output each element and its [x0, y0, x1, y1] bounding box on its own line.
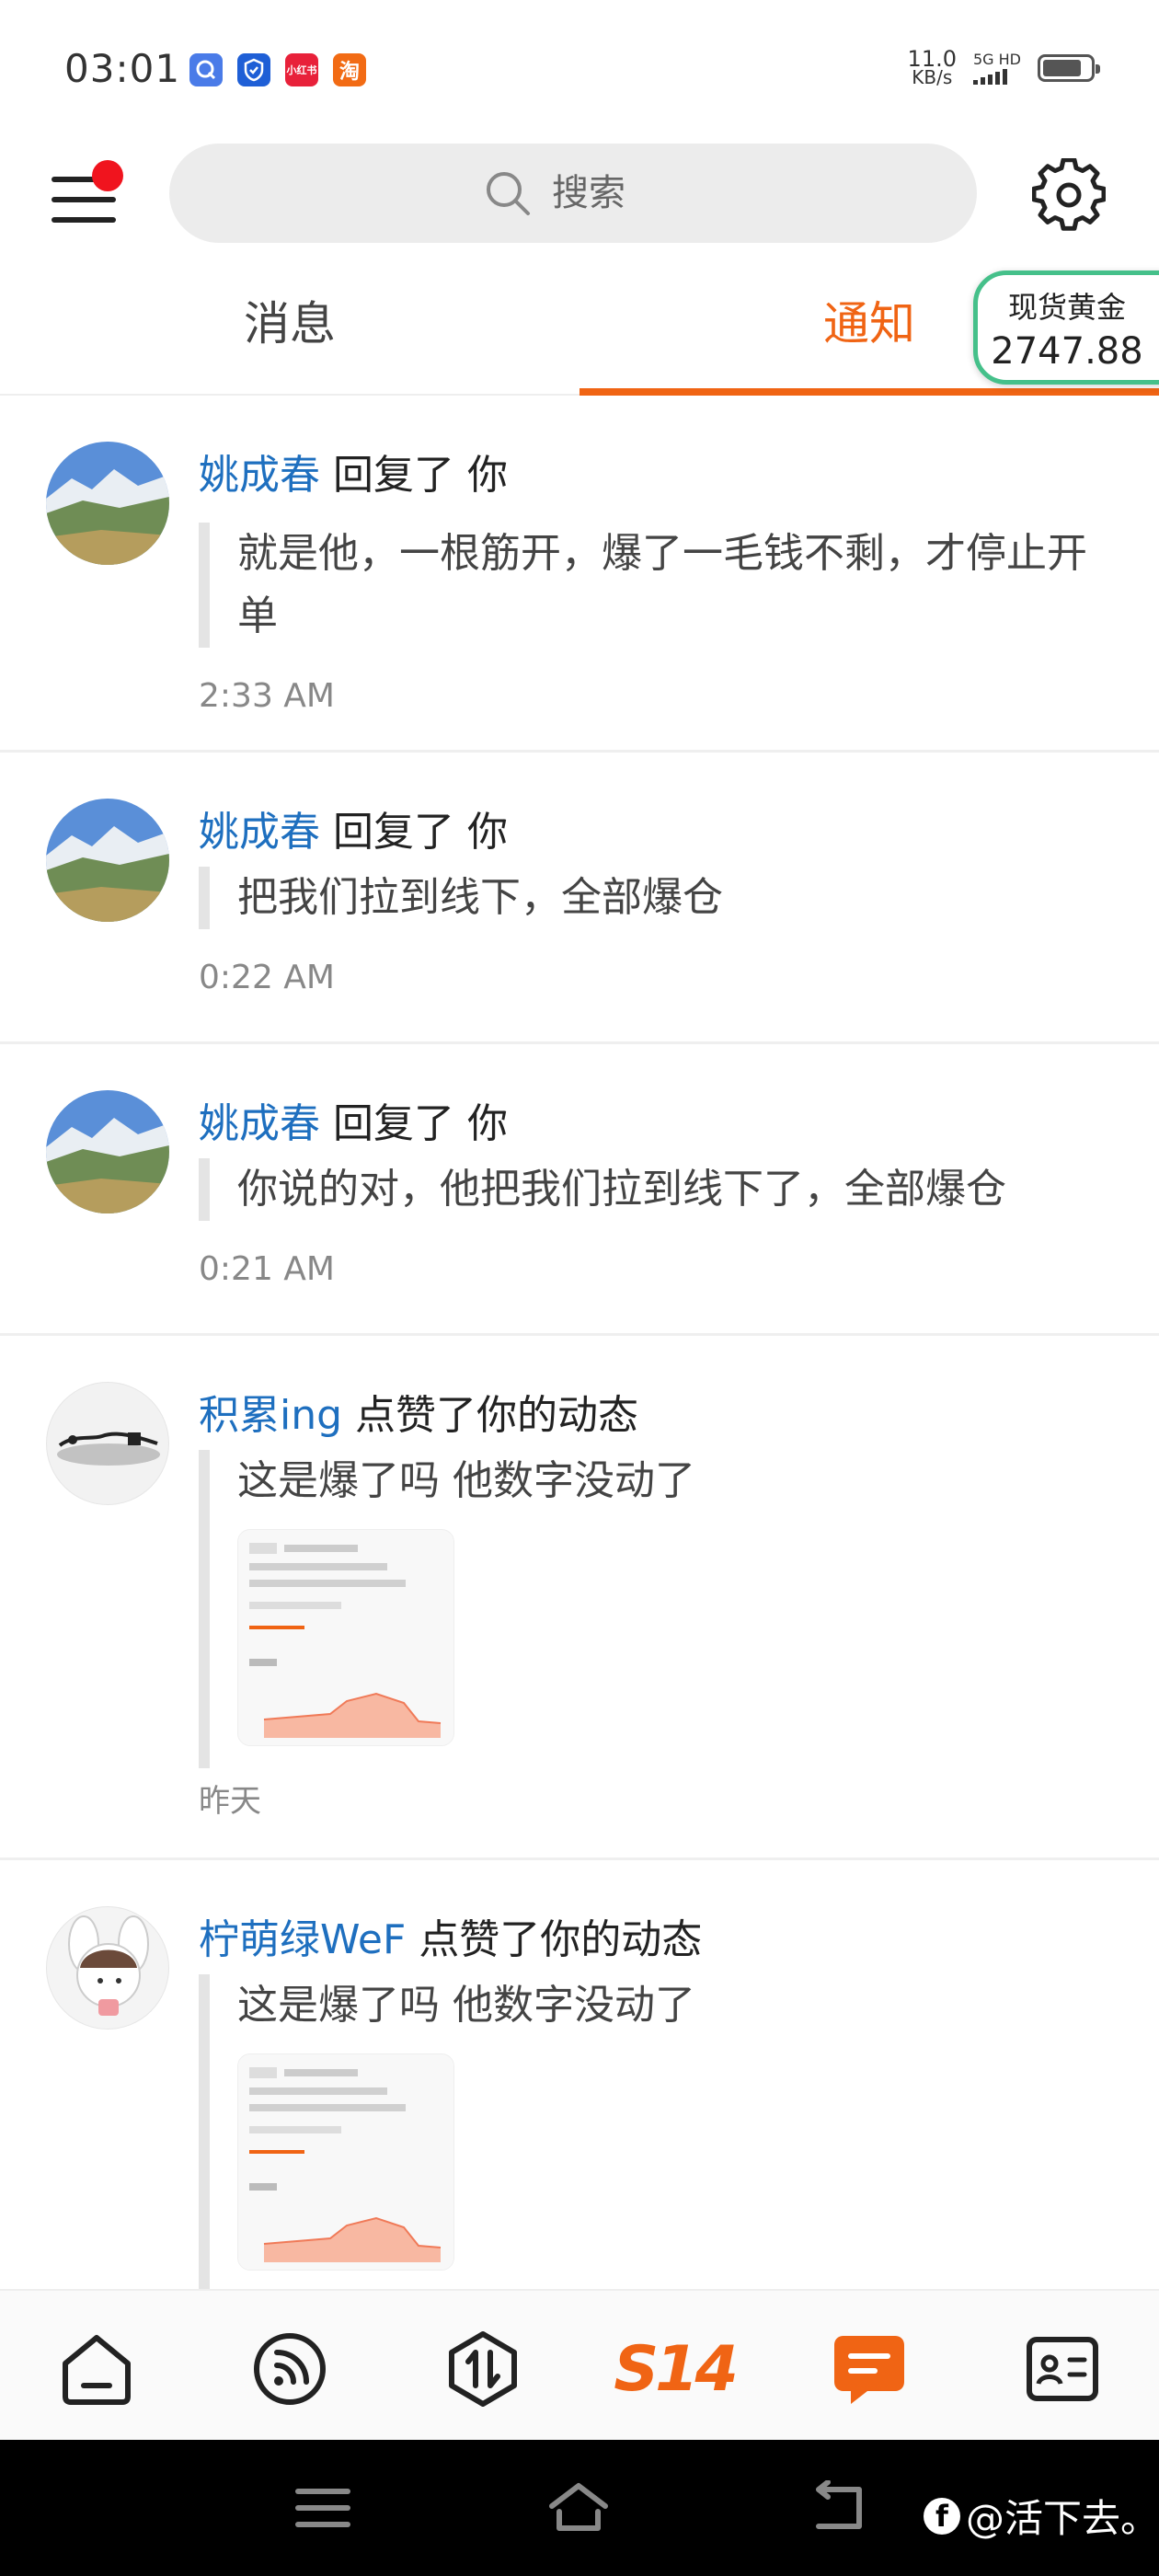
feed-icon: [254, 2333, 326, 2405]
user-name-link[interactable]: 积累ing: [199, 1392, 342, 1439]
avatar[interactable]: [46, 1090, 169, 1213]
notification-action: 回复了 你: [333, 809, 508, 856]
notification-action: 点赞了你的动态: [419, 1916, 703, 1963]
app-shield-icon: [237, 53, 270, 86]
post-thumbnail[interactable]: [237, 2053, 454, 2271]
search-bar[interactable]: [169, 144, 977, 243]
status-indicators: 11.0 KB/s 5G HD: [907, 46, 1100, 88]
settings-button[interactable]: [1031, 157, 1107, 232]
list-item[interactable]: 姚成春 回复了 你 就是他，一根筋开，爆了一毛钱不剩，才停止开单 2:33 AM: [0, 396, 1159, 753]
signal-indicator: 5G HD: [972, 51, 1021, 85]
quoted-reply: 把我们拉到线下，全部爆仓: [199, 867, 1119, 929]
app-q-icon: [189, 53, 223, 86]
timestamp: 0:22 AM: [199, 959, 335, 996]
watermark-text: @活下去。: [966, 2496, 1159, 2541]
home-outline-icon: [549, 2483, 608, 2531]
back-arrow-icon: [816, 2479, 862, 2529]
reply-content: 你说的对，他把我们拉到线下了，全部爆仓: [237, 1166, 1006, 1213]
net-speed: 11.0 KB/s: [907, 46, 957, 88]
quoted-reply: 你说的对，他把我们拉到线下了，全部爆仓: [199, 1158, 1119, 1221]
gold-price-widget[interactable]: 现货黄金 2747.88: [973, 270, 1159, 385]
user-name-link[interactable]: 姚成春: [199, 1100, 320, 1147]
avatar[interactable]: [46, 799, 169, 922]
notification-action: 回复了 你: [333, 452, 508, 499]
message-icon: [834, 2336, 904, 2404]
recent-apps-button[interactable]: [291, 2480, 355, 2536]
user-name-link[interactable]: 姚成春: [199, 452, 320, 499]
notification-headline: 积累ing 点赞了你的动态: [199, 1382, 638, 1441]
search-input[interactable]: [552, 172, 662, 214]
reply-content: 就是他，一根筋开，爆了一毛钱不剩，才停止开单: [237, 530, 1087, 639]
trade-icon: [449, 2331, 517, 2407]
battery-fill: [1043, 60, 1081, 76]
timestamp: 2:33 AM: [199, 677, 335, 715]
status-bar: 03:01 小红书 淘 11.0 KB/s 5G HD: [0, 0, 1159, 138]
notification-headline: 姚成春 回复了 你: [199, 799, 508, 857]
list-item[interactable]: 积累ing 点赞了你的动态 这是爆了吗 他数字没动了 昨天: [0, 1336, 1159, 1860]
avatar[interactable]: [46, 442, 169, 565]
top-bar: [0, 138, 1159, 248]
notification-headline: 姚成春 回复了 你: [199, 442, 508, 500]
user-name-link[interactable]: 柠萌绿WeF: [199, 1916, 406, 1963]
quoted-post: 这是爆了吗 他数字没动了: [199, 1974, 1119, 2289]
bottom-nav: S14: [0, 2289, 1159, 2440]
notification-headline: 柠萌绿WeF 点赞了你的动态: [199, 1906, 702, 1965]
notification-list: 姚成春 回复了 你 就是他，一根筋开，爆了一毛钱不剩，才停止开单 2:33 AM…: [0, 396, 1159, 2289]
app-taobao-icon: 淘: [333, 53, 366, 86]
home-icon: [63, 2335, 131, 2405]
active-tab-indicator: [580, 388, 1159, 396]
net-speed-value: 11.0: [907, 46, 957, 72]
signal-bars-icon: [972, 68, 1021, 85]
nav-trade[interactable]: [442, 2328, 524, 2410]
notification-action: 回复了 你: [333, 1100, 508, 1147]
profile-card-icon: [1027, 2337, 1098, 2401]
notification-headline: 姚成春 回复了 你: [199, 1090, 508, 1149]
list-item[interactable]: 姚成春 回复了 你 你说的对，他把我们拉到线下了，全部爆仓 0:21 AM: [0, 1044, 1159, 1336]
menu-button[interactable]: [50, 160, 123, 226]
nav-messages[interactable]: [828, 2328, 911, 2410]
notification-dot: [92, 160, 123, 191]
user-name-link[interactable]: 姚成春: [199, 809, 320, 856]
list-item[interactable]: 柠萌绿WeF 点赞了你的动态 这是爆了吗 他数字没动了: [0, 1860, 1159, 2289]
timestamp: 昨天: [199, 1783, 261, 1820]
gear-icon: [1031, 157, 1107, 231]
status-time: 03:01: [64, 46, 181, 91]
tab-messages[interactable]: 消息: [0, 248, 580, 392]
nav-profile[interactable]: [1021, 2328, 1104, 2410]
back-button[interactable]: [806, 2479, 870, 2536]
watermark: f @活下去。: [924, 2488, 1159, 2544]
nav-home[interactable]: [55, 2328, 138, 2410]
network-type: 5G HD: [972, 51, 1021, 68]
quoted-reply: 就是他，一根筋开，爆了一毛钱不剩，才停止开单: [199, 523, 1119, 648]
post-content: 这是爆了吗 他数字没动了: [237, 1457, 695, 1504]
nav-s14[interactable]: S14: [614, 2328, 739, 2410]
list-item[interactable]: 姚成春 回复了 你 把我们拉到线下，全部爆仓 0:22 AM: [0, 753, 1159, 1044]
timestamp: 0:21 AM: [199, 1250, 335, 1288]
notification-action: 点赞了你的动态: [355, 1392, 639, 1439]
status-app-icons: 小红书 淘: [189, 53, 366, 86]
app-xiaohongshu-icon: 小红书: [285, 53, 318, 86]
post-content: 这是爆了吗 他数字没动了: [237, 1982, 695, 2029]
reply-content: 把我们拉到线下，全部爆仓: [237, 874, 723, 921]
nav-feed[interactable]: [248, 2328, 331, 2410]
gold-price-label: 现货黄金: [1007, 290, 1126, 325]
net-speed-unit: KB/s: [912, 66, 953, 88]
avatar[interactable]: [46, 1382, 169, 1505]
tab-bar: 消息 通知 现货黄金 2747.88: [0, 248, 1159, 396]
post-thumbnail[interactable]: [237, 1529, 454, 1746]
quoted-post: 这是爆了吗 他数字没动了: [199, 1450, 1119, 1768]
system-nav-bar: f @活下去。: [0, 2440, 1159, 2576]
menu-lines-icon: [295, 2489, 350, 2527]
avatar[interactable]: [46, 1906, 169, 2030]
home-button[interactable]: [546, 2480, 611, 2536]
battery-icon: [1038, 54, 1100, 82]
facebook-icon: f: [924, 2497, 960, 2535]
search-icon: [487, 172, 530, 215]
s14-label: S14: [614, 2332, 739, 2406]
gold-price-value: 2747.88: [991, 330, 1143, 373]
